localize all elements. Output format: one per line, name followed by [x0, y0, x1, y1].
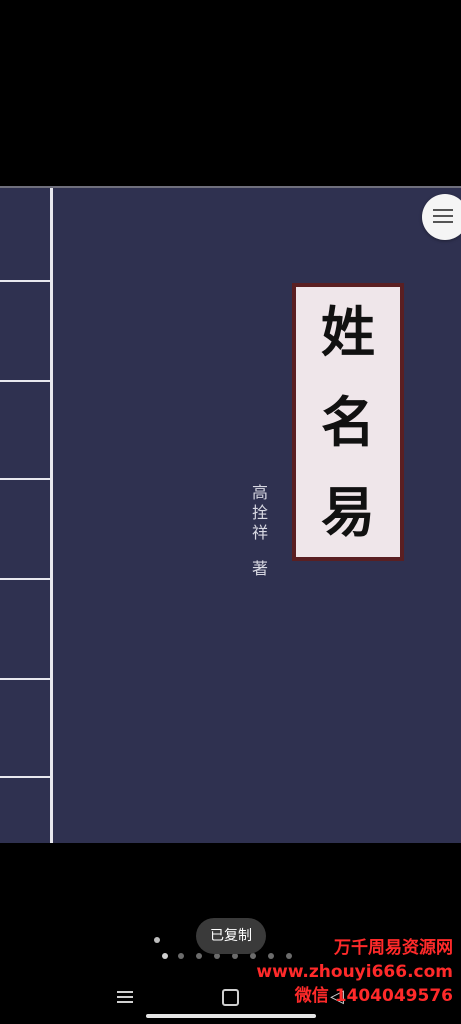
menu-icon [117, 996, 133, 998]
menu-icon [117, 1001, 133, 1003]
watermark: 万千周易资源网 www.zhouyi666.com 微信 1404049576 [256, 936, 453, 1008]
menu-icon [433, 215, 453, 217]
watermark-line: 万千周易资源网 [334, 938, 453, 958]
spine-rule [0, 280, 51, 282]
author-char: 祥 [251, 523, 268, 542]
title-inner: 姓 名 易 [296, 287, 400, 557]
watermark-line: www.zhouyi666.com [256, 962, 453, 982]
home-indicator[interactable] [146, 1014, 316, 1018]
title-char: 姓 [321, 300, 375, 364]
spine-rule [0, 678, 51, 680]
author-gap [250, 543, 270, 559]
menu-icon [117, 991, 133, 993]
menu-icon [433, 209, 453, 211]
page-dot [196, 953, 202, 959]
spine-line [50, 188, 53, 843]
menu-button[interactable] [422, 194, 461, 240]
title-panel: 姓 名 易 [292, 283, 404, 561]
author-char: 拴 [251, 503, 268, 522]
spine-rule [0, 578, 51, 580]
author: 高 拴 祥 著 [250, 483, 270, 579]
title-char: 易 [321, 480, 375, 544]
spine-rule [0, 776, 51, 778]
title-char: 名 [321, 390, 375, 454]
author-char: 著 [251, 559, 268, 578]
home-button[interactable] [222, 989, 239, 1006]
menu-icon [433, 221, 453, 223]
recent-apps-button[interactable] [117, 991, 133, 1003]
page-dot [250, 953, 256, 959]
author-char: 高 [251, 483, 268, 502]
book-cover: 姓 名 易 高 拴 祥 著 [0, 186, 461, 843]
page-dot [154, 937, 160, 943]
spine-rule [0, 478, 51, 480]
page-dot [162, 953, 168, 959]
page-dot [178, 953, 184, 959]
spine-rule [0, 380, 51, 382]
watermark-line: 微信 1404049576 [294, 986, 453, 1006]
